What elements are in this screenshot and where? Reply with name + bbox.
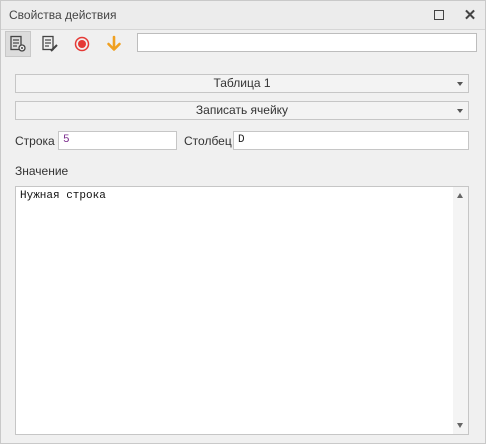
table-select[interactable]: Таблица 1 [15,74,469,93]
chevron-down-icon [457,109,463,113]
search-input[interactable] [137,33,477,52]
arrow-down-icon [107,35,121,51]
column-input[interactable]: D [233,131,469,150]
toolbar [1,30,485,58]
value-label: Значение [15,164,69,178]
scroll-down-icon[interactable] [457,423,463,428]
edit-properties-button[interactable] [37,31,63,57]
row-input[interactable]: 5 [58,131,177,150]
action-select-value: Записать ячейку [195,103,289,117]
close-icon: ✕ [463,6,477,24]
download-button[interactable] [101,31,127,57]
column-label: Столбец [184,134,232,148]
value-textarea[interactable]: Нужная строка [15,186,469,435]
row-label: Строка [15,134,55,148]
vertical-scrollbar[interactable] [453,187,468,434]
settings-properties-button[interactable] [5,31,31,57]
window-title: Свойства действия [9,8,117,22]
table-select-value: Таблица 1 [213,76,271,90]
chevron-down-icon [457,82,463,86]
close-button[interactable]: ✕ [461,6,479,24]
document-pencil-icon [42,35,58,52]
maximize-button[interactable] [430,6,448,24]
action-properties-window: Свойства действия ✕ Таблица 1 Записать я… [0,0,486,444]
scroll-up-icon[interactable] [457,193,463,198]
document-gear-icon [10,35,26,52]
record-icon [74,36,90,52]
value-text: Нужная строка [20,190,106,202]
action-select[interactable]: Записать ячейку [15,101,469,120]
maximize-icon [434,10,444,20]
title-bar: Свойства действия ✕ [1,1,485,30]
record-button[interactable] [69,31,95,57]
